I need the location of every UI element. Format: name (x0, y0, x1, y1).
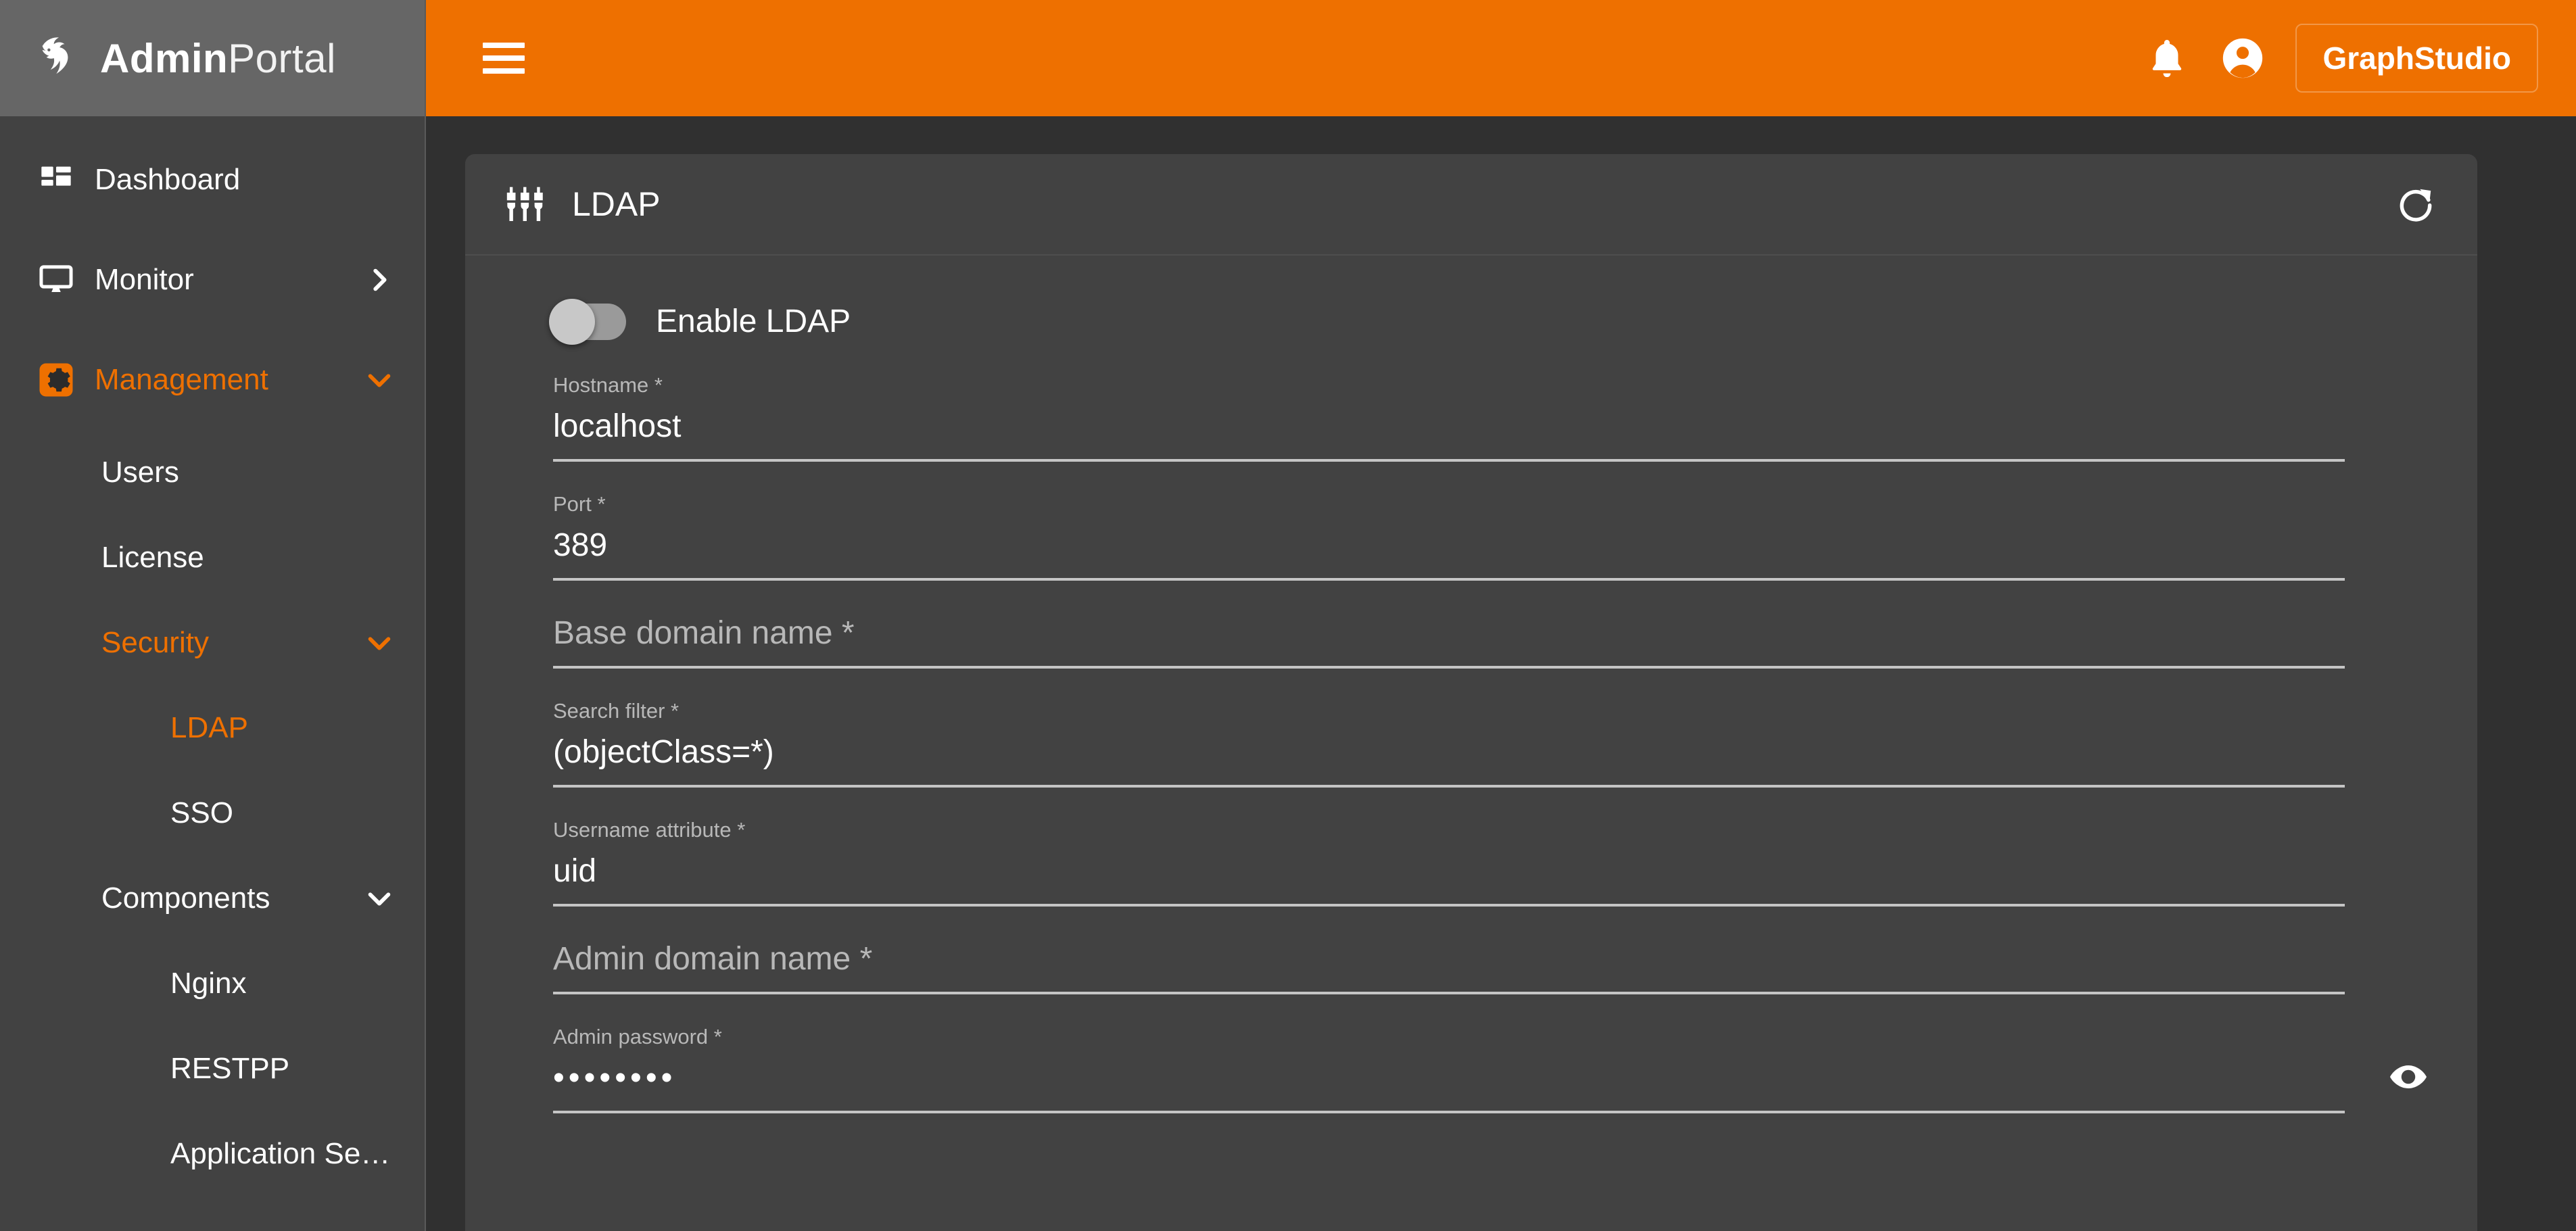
sidebar-item-sso[interactable]: SSO (0, 771, 425, 856)
brand-header[interactable]: AdminPortal (0, 0, 425, 116)
account-circle-icon[interactable] (2217, 32, 2268, 84)
content-area: LDAP Enable LDAP Hostname * localhost Po… (426, 116, 2576, 1231)
sidebar-item-label: Management (95, 363, 268, 396)
field-hostname: Hostname * localhost (553, 373, 2345, 462)
sidebar-item-nginx[interactable]: Nginx (0, 941, 425, 1026)
enable-ldap-label: Enable LDAP (656, 304, 851, 339)
sidebar-item-label: LDAP (170, 711, 248, 744)
admin-domain-name-input[interactable]: Admin domain name * (553, 940, 2345, 980)
ldap-plugs-icon (503, 180, 550, 228)
refresh-icon[interactable] (2392, 180, 2439, 228)
chevron-down-icon[interactable] (364, 364, 395, 395)
top-app-bar: GraphStudio (426, 0, 2576, 116)
sidebar-item-label: Users (101, 456, 179, 489)
field-underline (553, 992, 2345, 995)
sidebar-item-label: SSO (170, 796, 233, 829)
sidebar-item-dashboard[interactable]: Dashboard (0, 130, 425, 230)
admin-password-input[interactable]: •••••••• (553, 1059, 2345, 1099)
app-root: AdminPortal Dashboard Monitor Management… (0, 0, 2576, 1231)
sidebar-item-management[interactable]: Management (0, 330, 425, 430)
sidebar-item-ldap[interactable]: LDAP (0, 685, 425, 771)
sidebar-item-label: Application Serv… (170, 1137, 395, 1170)
sidebar-item-application-server[interactable]: Application Serv… (0, 1111, 425, 1197)
bell-icon[interactable] (2141, 32, 2193, 84)
sidebar-item-label: Nginx (170, 967, 247, 1000)
sidebar-item-components[interactable]: Components (0, 856, 425, 941)
field-underline (553, 578, 2345, 581)
graphstudio-button[interactable]: GraphStudio (2295, 24, 2538, 93)
dashboard-grid-icon (35, 162, 77, 197)
sidebar-item-restpp[interactable]: RESTPP (0, 1026, 425, 1111)
sidebar-item-label: Monitor (95, 263, 194, 296)
eye-icon[interactable] (2387, 1055, 2430, 1099)
field-label: Hostname * (553, 373, 663, 397)
hostname-input[interactable]: localhost (553, 408, 2345, 447)
enable-ldap-toggle[interactable] (549, 298, 626, 345)
field-search-filter: Search filter * (objectClass=*) (553, 700, 2345, 788)
main-area: GraphStudio LDAP Enable LDAP Hostname * … (426, 0, 2576, 1231)
field-label: Username attribute * (553, 818, 746, 842)
hamburger-menu-icon[interactable] (483, 43, 525, 74)
field-base-domain-name: Base domain name * (553, 612, 2345, 669)
sidebar-item-users[interactable]: Users (0, 430, 425, 515)
field-admin-password: Admin password * •••••••• (553, 1025, 2427, 1114)
sidebar-item-label: Security (101, 626, 209, 659)
field-label: Admin password * (553, 1025, 722, 1049)
sidebar-item-security[interactable]: Security (0, 600, 425, 685)
sidebar-item-label: Components (101, 882, 270, 915)
field-underline (553, 785, 2345, 788)
sidebar-item-monitor[interactable]: Monitor (0, 230, 425, 330)
field-label: Search filter * (553, 699, 679, 723)
enable-ldap-row: Enable LDAP (549, 298, 2345, 345)
sidebar-item-license[interactable]: License (0, 515, 425, 600)
sidebar-item-label: License (101, 541, 204, 574)
monitor-icon (35, 262, 77, 298)
chevron-right-icon[interactable] (364, 264, 395, 295)
card-header: LDAP (465, 154, 2477, 256)
sidebar-item-label: RESTPP (170, 1052, 290, 1085)
brand-title-bold: Admin (100, 35, 229, 81)
port-input[interactable]: 389 (553, 527, 2345, 566)
field-underline (553, 1111, 2345, 1114)
brand-title-light: Portal (228, 35, 336, 81)
tiger-head-logo-icon (32, 32, 85, 85)
settings-gear-icon (35, 361, 77, 399)
sidebar: AdminPortal Dashboard Monitor Management… (0, 0, 426, 1231)
field-label: Port * (553, 492, 606, 516)
field-underline (553, 666, 2345, 669)
chevron-down-icon[interactable] (364, 883, 395, 914)
search-filter-input[interactable]: (objectClass=*) (553, 733, 2345, 773)
field-port: Port * 389 (553, 492, 2345, 581)
base-domain-name-input[interactable]: Base domain name * (553, 614, 2345, 654)
field-username-attribute: Username attribute * uid (553, 819, 2345, 907)
field-admin-domain-name: Admin domain name * (553, 938, 2345, 995)
ldap-card: LDAP Enable LDAP Hostname * localhost Po… (465, 154, 2477, 1231)
sidebar-item-label: Dashboard (95, 163, 241, 196)
page-title: LDAP (572, 185, 661, 223)
brand-title: AdminPortal (100, 35, 336, 82)
username-attribute-input[interactable]: uid (553, 852, 2345, 892)
toggle-knob (549, 298, 595, 345)
field-underline (553, 904, 2345, 907)
chevron-down-icon[interactable] (364, 627, 395, 658)
ldap-form: Enable LDAP Hostname * localhost Port * … (465, 256, 2477, 1185)
sidebar-nav: Dashboard Monitor Management Users Licen… (0, 116, 425, 1197)
field-underline (553, 459, 2345, 462)
